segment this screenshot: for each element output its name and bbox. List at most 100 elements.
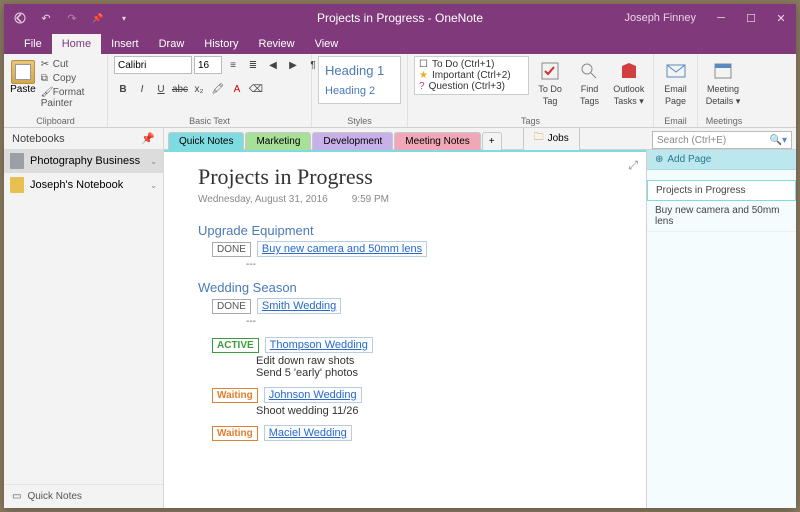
page-list-item[interactable]: Buy new camera and 50mm lens (647, 201, 796, 232)
pin-icon[interactable]: 📌 (86, 7, 110, 29)
plus-icon: ⊕ (655, 154, 663, 165)
todo-tag-button[interactable]: To DoTag (532, 56, 568, 106)
add-section-button[interactable]: + (482, 132, 502, 150)
status-done: DONE (212, 242, 251, 257)
user-name[interactable]: Joseph Finney (624, 12, 696, 24)
notebooks-header: Notebooks (12, 133, 65, 145)
task-text[interactable]: Edit down raw shots (256, 355, 626, 367)
clear-format-button[interactable]: ⌫ (247, 80, 265, 98)
font-size-select[interactable] (194, 56, 222, 74)
tags-gallery[interactable]: ☐To Do (Ctrl+1) ★Important (Ctrl+2) ?Que… (414, 56, 529, 95)
redo-icon[interactable]: ↷ (60, 7, 84, 29)
group-meetings: Meetings (698, 116, 750, 126)
page-title[interactable]: Projects in Progress (198, 164, 626, 190)
bullets-icon[interactable]: ≡ (224, 56, 242, 74)
meeting-details-button[interactable]: MeetingDetails ▾ (704, 56, 742, 107)
qat-more-icon[interactable]: ▾ (112, 7, 136, 29)
paste-button[interactable]: Paste (10, 56, 36, 95)
question-icon: ? (419, 81, 425, 92)
link-smith[interactable]: Smith Wedding (257, 298, 341, 314)
section-wedding[interactable]: Wedding Season (198, 280, 626, 295)
notebook-icon (10, 177, 24, 193)
tab-insert[interactable]: Insert (101, 34, 149, 54)
page-time: 9:59 PM (352, 194, 389, 205)
page-date: Wednesday, August 31, 2016 (198, 194, 328, 205)
notebook-joseph[interactable]: Joseph's Notebook ⌄ (4, 173, 163, 197)
undo-icon[interactable]: ↶ (34, 7, 58, 29)
highlight-button[interactable]: 🖍 (209, 80, 227, 98)
link-thompson[interactable]: Thompson Wedding (265, 337, 373, 353)
back-icon[interactable] (8, 7, 32, 29)
styles-gallery[interactable]: Heading 1 Heading 2 (318, 56, 401, 104)
chevron-down-icon: ⌄ (150, 181, 157, 190)
strike-button[interactable]: abc (171, 80, 189, 98)
window-title: Projects in Progress - OneNote (317, 11, 483, 25)
style-heading1[interactable]: Heading 1 (325, 63, 394, 78)
onenote-window: ↶ ↷ 📌 ▾ Projects in Progress - OneNote J… (4, 4, 796, 508)
link-maciel[interactable]: Maciel Wedding (264, 425, 352, 441)
link-buy-camera[interactable]: Buy new camera and 50mm lens (257, 241, 427, 257)
style-heading2[interactable]: Heading 2 (325, 85, 394, 97)
link-johnson[interactable]: Johnson Wedding (264, 387, 362, 403)
section-quick-notes[interactable]: Quick Notes (168, 132, 244, 150)
separator: --- (246, 259, 626, 270)
clipboard-icon (11, 60, 35, 84)
find-tags-button[interactable]: FindTags (571, 56, 607, 106)
tag-important[interactable]: ★Important (Ctrl+2) (417, 70, 526, 81)
pin-panel-icon[interactable]: 📌 (141, 132, 155, 145)
notebook-icon (10, 153, 24, 169)
tab-history[interactable]: History (194, 34, 248, 54)
outdent-icon[interactable]: ◀ (264, 56, 282, 74)
notebook-photography[interactable]: Photography Business ⌄ (4, 149, 163, 173)
separator: --- (246, 316, 626, 327)
tag-todo[interactable]: ☐To Do (Ctrl+1) (417, 59, 526, 70)
email-page-button[interactable]: EmailPage (660, 56, 691, 106)
quick-notes-button[interactable]: ▭ Quick Notes (4, 484, 163, 508)
font-color-button[interactable]: A (228, 80, 246, 98)
ribbon: Paste ✂Cut ⧉Copy 🖌Format Painter Clipboa… (4, 54, 796, 128)
italic-button[interactable]: I (133, 80, 151, 98)
subscript-button[interactable]: x₂ (190, 80, 208, 98)
section-tabs: Quick Notes Marketing Development Meetin… (164, 128, 796, 150)
tab-view[interactable]: View (305, 34, 349, 54)
folder-icon: 🗀 (534, 130, 544, 147)
font-family-select[interactable] (114, 56, 192, 74)
group-email: Email (654, 116, 697, 126)
task-text[interactable]: Shoot wedding 11/26 (256, 405, 626, 417)
section-marketing[interactable]: Marketing (245, 132, 311, 150)
tab-home[interactable]: Home (52, 34, 101, 54)
page-canvas[interactable]: ⤢ Projects in Progress Wednesday, August… (164, 150, 646, 508)
minimize-icon[interactable]: ─ (706, 4, 736, 32)
section-upgrade[interactable]: Upgrade Equipment (198, 223, 626, 238)
tab-file[interactable]: File (14, 34, 52, 54)
maximize-icon[interactable]: ☐ (736, 4, 766, 32)
underline-button[interactable]: U (152, 80, 170, 98)
brush-icon: 🖌 (41, 87, 51, 97)
group-styles: Styles (312, 116, 407, 126)
cut-button[interactable]: ✂Cut (39, 58, 101, 71)
menu-tabs: File Home Insert Draw History Review Vie… (4, 32, 796, 54)
section-group-jobs[interactable]: 🗀Jobs (523, 128, 580, 150)
tab-draw[interactable]: Draw (149, 34, 195, 54)
search-input[interactable]: Search (Ctrl+E) 🔍▾ (652, 131, 792, 149)
tag-question[interactable]: ?Question (Ctrl+3) (417, 81, 526, 92)
section-development[interactable]: Development (312, 132, 393, 150)
add-page-button[interactable]: ⊕Add Page (647, 150, 796, 170)
format-painter-button[interactable]: 🖌Format Painter (39, 86, 101, 110)
checkbox-icon: ☐ (419, 59, 428, 70)
paste-label: Paste (10, 84, 36, 95)
copy-button[interactable]: ⧉Copy (39, 72, 101, 85)
numbering-icon[interactable]: ≣ (244, 56, 262, 74)
search-icon: 🔍▾ (770, 135, 787, 146)
close-icon[interactable]: ✕ (766, 4, 796, 32)
expand-icon[interactable]: ⤢ (628, 158, 638, 173)
indent-icon[interactable]: ▶ (284, 56, 302, 74)
copy-icon: ⧉ (41, 73, 51, 83)
section-meeting-notes[interactable]: Meeting Notes (394, 132, 480, 150)
page-list-item[interactable]: Projects in Progress (647, 180, 796, 201)
outlook-tasks-button[interactable]: OutlookTasks ▾ (611, 56, 647, 107)
tab-review[interactable]: Review (249, 34, 305, 54)
bold-button[interactable]: B (114, 80, 132, 98)
task-text[interactable]: Send 5 'early' photos (256, 367, 626, 379)
status-waiting: Waiting (212, 426, 258, 441)
